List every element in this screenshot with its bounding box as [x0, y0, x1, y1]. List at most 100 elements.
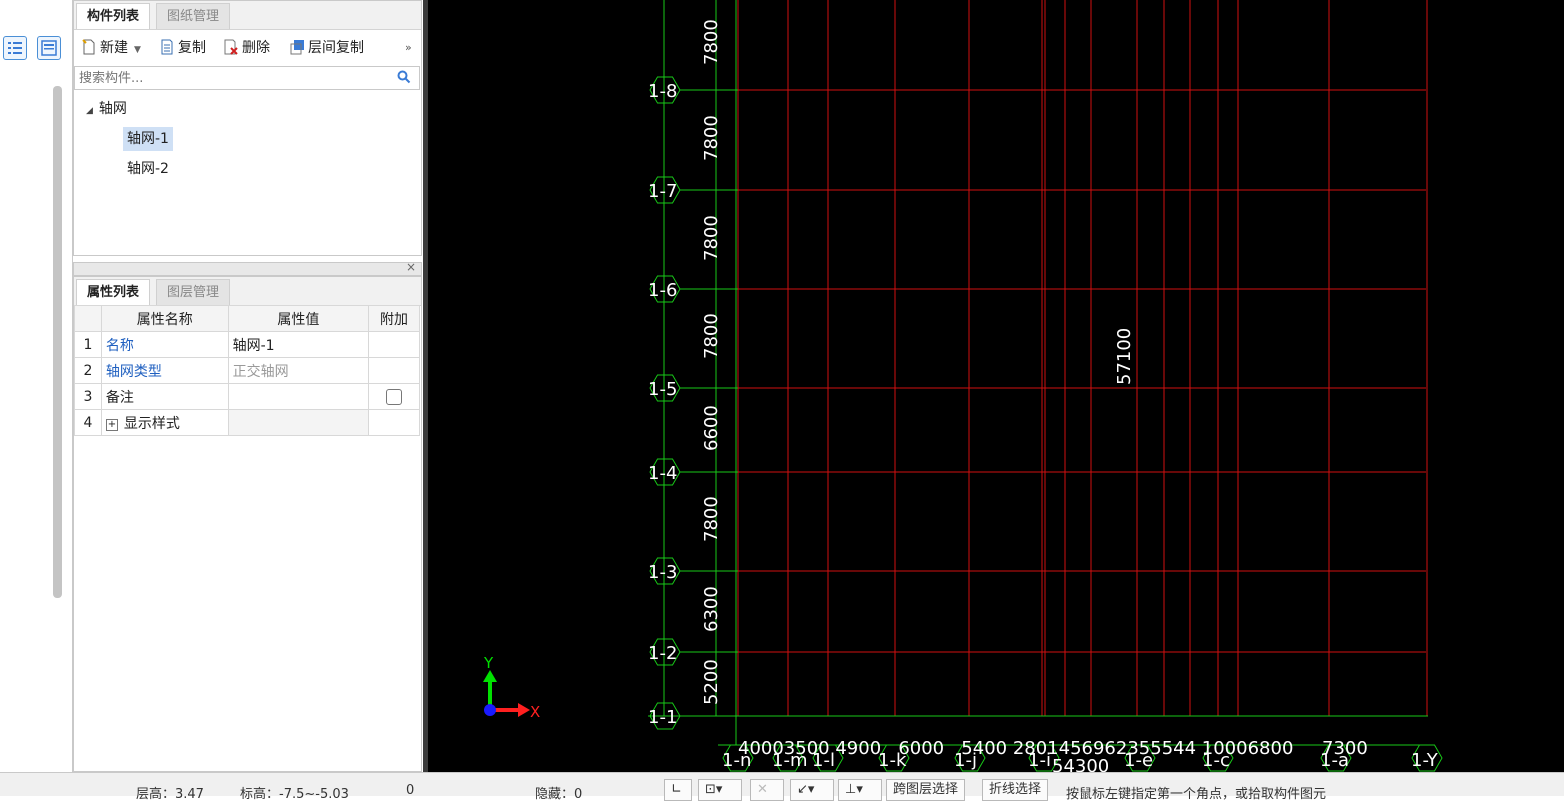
left-strip-scrollbar[interactable] [53, 86, 62, 598]
ucs-x-label: X [530, 703, 540, 721]
row-index: 1 [74, 331, 102, 358]
column-header-name: 属性名称 [100, 305, 229, 332]
property-extra-cell [368, 357, 420, 384]
spacing-label: 6300 [701, 586, 722, 632]
snap-button[interactable]: ↙▾ [790, 779, 834, 801]
delete-button[interactable]: 删除 [224, 36, 270, 60]
cross-select-button[interactable]: ✕ [750, 779, 784, 801]
spacing-label: 7800 [701, 215, 722, 261]
axis-label: 1-Y [1411, 750, 1439, 771]
list-view-button[interactable] [3, 36, 27, 60]
tree-node-axis-grid[interactable]: ◢ 轴网 [86, 97, 127, 121]
extra-checkbox[interactable] [386, 388, 403, 405]
copy-icon [160, 39, 174, 55]
property-name: 名称 [100, 331, 229, 358]
spacing-label: 6600 [701, 405, 722, 451]
left-toolbar-strip [0, 0, 73, 772]
dropdown-arrow-icon: ▼ [134, 45, 141, 55]
table-row[interactable]: 4 + 显示样式 [74, 409, 420, 436]
cross-layer-select-button[interactable]: 跨图层选择 [886, 779, 966, 801]
spacing-label: 7800 [701, 115, 722, 161]
axis-label: 1-8 [648, 81, 677, 102]
select-mode-button[interactable]: ⊡▾ [698, 779, 742, 801]
tab-property-list[interactable]: 属性列表 [76, 279, 151, 305]
vertical-dimension-labels: 7800 7800 7800 7800 6600 7800 6300 5200 [701, 19, 722, 705]
property-table: 属性名称 属性值 附加 1 名称 轴网-1 2 轴网类型 正交轴网 3 备注 4… [74, 305, 420, 436]
ortho-toggle-button[interactable]: ∟ [664, 779, 692, 801]
axis-label: 1-4 [648, 463, 677, 484]
floor-copy-label: 层间复制 [308, 40, 364, 56]
property-name: 备注 [100, 383, 229, 410]
status-hint: 按鼠标左键指定第一个角点，或拾取构件图元 [1066, 787, 1327, 802]
tab-layer-management[interactable]: 图层管理 [156, 279, 231, 305]
property-panel-header: × [73, 260, 422, 276]
property-table-header: 属性名称 属性值 附加 [74, 305, 420, 332]
tree-item-axis-grid-2[interactable]: 轴网-2 [127, 157, 169, 181]
close-icon[interactable]: × [406, 260, 416, 274]
hidden-readout: 隐藏：0 [535, 787, 583, 802]
new-file-icon [82, 39, 96, 55]
property-value-readonly: 正交轴网 [227, 357, 370, 384]
ucs-y-label: Y [483, 654, 494, 672]
spacing-label: 5200 [701, 659, 722, 705]
status-bar: 层高：3.47 标高：-7.5~-5.03 0 隐藏：0 ∟ ⊡▾ ✕ ↙▾ ⊥… [0, 772, 1564, 802]
floor-copy-button[interactable]: 层间复制 [290, 36, 364, 60]
tree-item-axis-grid-1[interactable]: 轴网-1 [123, 127, 173, 151]
tree-root-label: 轴网 [98, 101, 127, 117]
drawing-canvas[interactable]: 1-8 1-7 1-6 1-5 1-4 1-3 1-2 1-1 7800 7800 7800 780… [428, 0, 1564, 777]
axis-label: 1-1 [648, 707, 677, 728]
new-button[interactable]: 新建 ▼ [82, 36, 141, 60]
column-header-extra: 附加 [368, 305, 420, 332]
count-readout: 0 [406, 783, 415, 798]
row-index: 2 [74, 357, 102, 384]
property-view-button[interactable] [37, 36, 61, 60]
tab-drawing-management[interactable]: 图纸管理 [156, 3, 231, 29]
copy-label: 复制 [178, 40, 206, 56]
list-icon [8, 42, 22, 54]
search-icon[interactable] [397, 70, 411, 88]
axis-label: 1-3 [648, 562, 677, 583]
axis-grid-drawing[interactable]: 1-81-71-61-51-41-31-21-1 780078007800780… [428, 0, 1564, 777]
elevation-readout: 标高：-7.5~-5.03 [240, 787, 349, 802]
expand-plus-icon[interactable]: + [105, 418, 118, 431]
axis-label: 1-6 [648, 280, 677, 301]
new-label: 新建 [100, 40, 128, 56]
align-button[interactable]: ⊥▾ [838, 779, 882, 801]
property-value-input[interactable]: 轴网-1 [227, 331, 370, 358]
spacing-label: 7800 [701, 313, 722, 359]
table-row[interactable]: 3 备注 [74, 383, 420, 410]
spacing-label: 7800 [701, 19, 722, 65]
tab-component-list[interactable]: 构件列表 [76, 3, 151, 29]
delete-label: 删除 [242, 40, 270, 56]
property-value-input[interactable] [227, 383, 370, 410]
grid-lines [736, 0, 1428, 717]
property-extra-cell [368, 409, 420, 436]
extra-checkbox-cell [368, 383, 420, 410]
delete-icon [224, 39, 238, 55]
axis-label: 1-7 [648, 181, 677, 202]
panel-icon [41, 40, 57, 56]
spacing-label: 7800 [701, 496, 722, 542]
table-row[interactable]: 2 轴网类型 正交轴网 [74, 357, 420, 384]
property-extra-cell [368, 331, 420, 358]
table-row[interactable]: 1 名称 轴网-1 [74, 331, 420, 358]
column-header-value: 属性值 [227, 305, 370, 332]
axis-label: 1-5 [648, 379, 677, 400]
property-name: 显示样式 [123, 415, 180, 432]
property-name-expandable[interactable]: + 显示样式 [100, 409, 229, 436]
row-index: 3 [74, 383, 102, 410]
component-search-input[interactable] [77, 67, 381, 89]
property-tabbar: 属性列表 图层管理 [74, 277, 421, 306]
row-index: 4 [74, 409, 102, 436]
polyline-select-button[interactable]: 折线选择 [982, 779, 1049, 801]
horizontal-total-dimension: 54300 [1052, 756, 1109, 772]
dimension-lines [648, 0, 1428, 746]
collapse-triangle-icon[interactable]: ◢ [86, 106, 93, 116]
copy-button[interactable]: 复制 [160, 36, 206, 60]
floor-height-readout: 层高：3.47 [136, 787, 204, 802]
axis-label: 1-2 [648, 643, 677, 664]
toolbar-overflow-button[interactable]: » [405, 36, 412, 60]
ucs-icon: Y X [483, 654, 540, 721]
property-value-readonly [227, 409, 370, 436]
vertical-total-dimension: 57100 [1114, 328, 1135, 385]
